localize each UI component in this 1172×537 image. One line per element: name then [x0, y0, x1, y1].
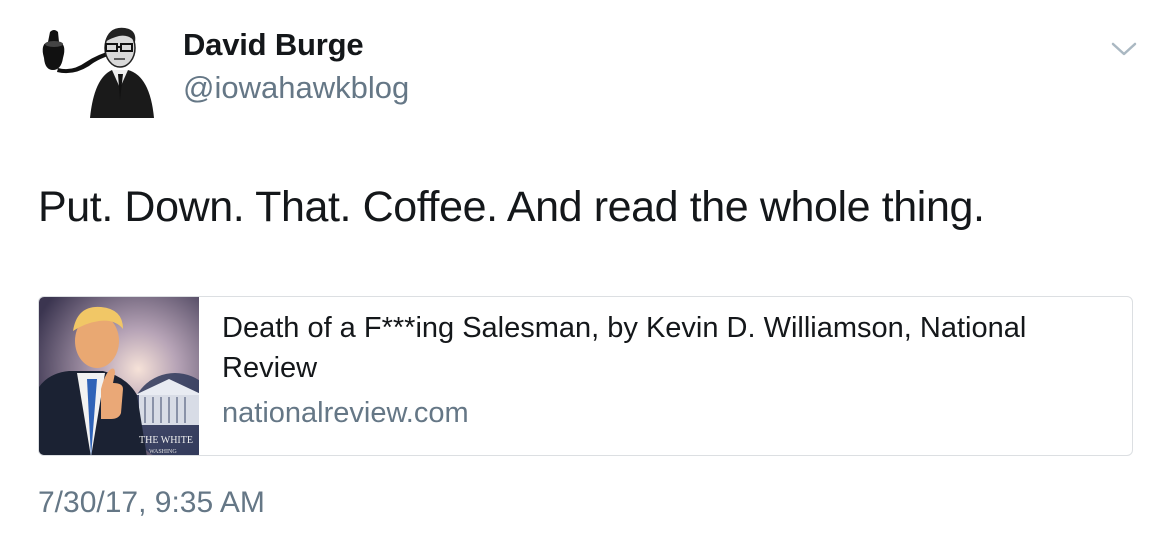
thumbnail-caption-sub: WASHING	[149, 449, 177, 455]
card-thumbnail: THE WHITE WASHING	[39, 297, 199, 455]
chevron-down-icon[interactable]	[1110, 40, 1138, 58]
tweet-text: Put. Down. That. Coffee. And read the wh…	[38, 183, 985, 231]
tweet: David Burge @iowahawkblog Put. Down. Tha…	[0, 0, 1172, 537]
avatar[interactable]	[38, 22, 156, 118]
card-title[interactable]: Death of a F***ing Salesman, by Kevin D.…	[222, 308, 1082, 388]
timestamp[interactable]: 7/30/17, 9:35 AM	[38, 486, 265, 520]
avatar-pipe-icon	[42, 27, 154, 118]
author-name[interactable]: David Burge	[183, 27, 364, 63]
link-card[interactable]: THE WHITE WASHING Death of a F***ing Sal…	[38, 296, 1133, 456]
thumbnail-caption: THE WHITE	[139, 435, 193, 446]
card-domain[interactable]: nationalreview.com	[222, 397, 469, 430]
author-handle[interactable]: @iowahawkblog	[183, 70, 409, 106]
